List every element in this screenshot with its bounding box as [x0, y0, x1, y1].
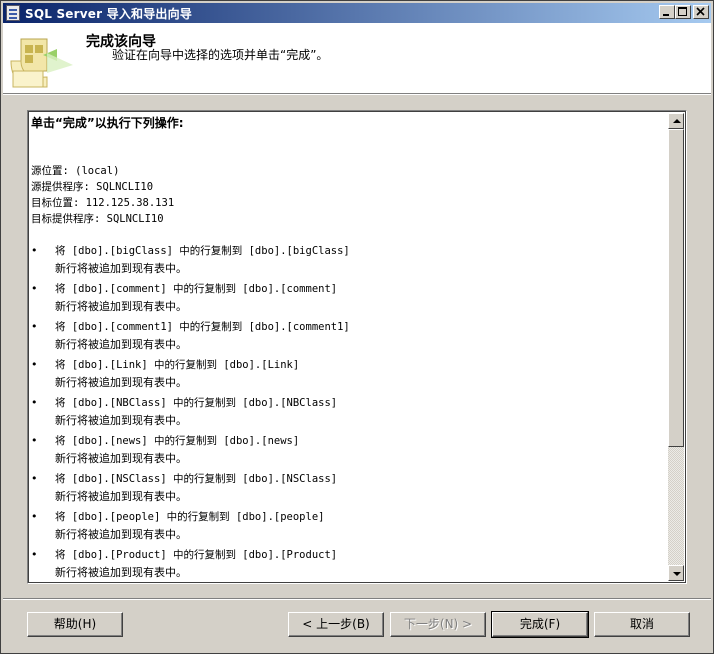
list-item: • 将 [dbo].[news] 中的行复制到 [dbo].[news] 新行将…: [31, 433, 671, 471]
append-note: 新行将被追加到现有表中。: [55, 414, 187, 427]
append-note: 新行将被追加到现有表中。: [55, 452, 187, 465]
bullet-icon: •: [31, 472, 38, 485]
button-separator: [3, 598, 711, 600]
target-provider: 目标提供程序: SQLNCLI10: [31, 213, 164, 225]
list-item: • 将 [dbo].[NSClass] 中的行复制到 [dbo].[NSClas…: [31, 471, 671, 509]
copy-action: 将 [dbo].[people] 中的行复制到 [dbo].[people]: [55, 511, 325, 523]
finish-button[interactable]: 完成(F): [491, 611, 589, 638]
bullet-icon: •: [31, 358, 38, 371]
list-item: • 将 [dbo].[comment1] 中的行复制到 [dbo].[comme…: [31, 319, 671, 357]
minimize-button[interactable]: [659, 5, 675, 19]
scroll-up-button[interactable]: [668, 113, 684, 129]
list-item: • 将 [dbo].[NBClass] 中的行复制到 [dbo].[NBClas…: [31, 395, 671, 433]
arrow-down-icon: [673, 572, 681, 576]
append-note: 新行将被追加到现有表中。: [55, 566, 187, 579]
append-note: 新行将被追加到现有表中。: [55, 528, 187, 541]
summary-heading: 单击“完成”以执行下列操作:: [31, 116, 184, 130]
close-button[interactable]: [693, 5, 709, 19]
cancel-button[interactable]: 取消: [594, 612, 690, 637]
copy-action: 将 [dbo].[comment] 中的行复制到 [dbo].[comment]: [55, 283, 338, 295]
window-controls: [657, 5, 709, 21]
copy-action: 将 [dbo].[bigClass] 中的行复制到 [dbo].[bigClas…: [55, 245, 350, 257]
copy-action: 将 [dbo].[news] 中的行复制到 [dbo].[news]: [55, 435, 300, 447]
copy-action: 将 [dbo].[NBClass] 中的行复制到 [dbo].[NBClass]: [55, 397, 338, 409]
append-note: 新行将被追加到现有表中。: [55, 262, 187, 275]
close-icon: [696, 7, 705, 16]
append-note: 新行将被追加到现有表中。: [55, 490, 187, 503]
bullet-icon: •: [31, 320, 38, 333]
app-icon: [6, 5, 20, 21]
source-provider: 源提供程序: SQLNCLI10: [31, 181, 154, 193]
target-location: 目标位置: 112.125.38.131: [31, 197, 175, 209]
title-bar[interactable]: SQL Server 导入和导出向导: [3, 3, 711, 23]
next-button[interactable]: 下一步(N) >: [390, 612, 486, 637]
page-subtitle: 验证在向导中选择的选项并单击“完成”。: [112, 48, 329, 62]
bullet-icon: •: [31, 396, 38, 409]
vertical-scrollbar[interactable]: [668, 113, 684, 581]
summary-content: 单击“完成”以执行下列操作: 源位置: (local) 源提供程序: SQLNC…: [31, 115, 671, 583]
window-title: SQL Server 导入和导出向导: [25, 7, 193, 21]
minimize-icon: [663, 14, 669, 16]
maximize-button[interactable]: [675, 5, 691, 19]
list-item: • 将 [dbo].[Product] 中的行复制到 [dbo].[Produc…: [31, 547, 671, 583]
bullet-icon: •: [31, 244, 38, 257]
append-note: 新行将被追加到现有表中。: [55, 300, 187, 313]
bullet-icon: •: [31, 548, 38, 561]
back-button[interactable]: < 上一步(B): [288, 612, 384, 637]
scroll-down-button[interactable]: [668, 565, 684, 581]
list-item: • 将 [dbo].[comment] 中的行复制到 [dbo].[commen…: [31, 281, 671, 319]
list-item: • 将 [dbo].[bigClass] 中的行复制到 [dbo].[bigCl…: [31, 243, 671, 281]
bullet-icon: •: [31, 282, 38, 295]
copy-action: 将 [dbo].[Link] 中的行复制到 [dbo].[Link]: [55, 359, 300, 371]
wizard-window: SQL Server 导入和导出向导 完成该向导 验证在向导中选择的选项并单击“…: [0, 0, 714, 654]
append-note: 新行将被追加到现有表中。: [55, 376, 187, 389]
scrollbar-thumb[interactable]: [668, 129, 684, 447]
list-item: • 将 [dbo].[people] 中的行复制到 [dbo].[people]…: [31, 509, 671, 547]
maximize-icon: [678, 7, 687, 16]
copy-action: 将 [dbo].[Product] 中的行复制到 [dbo].[Product]: [55, 549, 338, 561]
source-location: 源位置: (local): [31, 165, 120, 177]
arrow-up-icon: [673, 119, 681, 123]
bullet-icon: •: [31, 434, 38, 447]
copy-action: 将 [dbo].[comment1] 中的行复制到 [dbo].[comment…: [55, 321, 350, 333]
wizard-icon: [10, 38, 73, 88]
summary-panel[interactable]: 单击“完成”以执行下列操作: 源位置: (local) 源提供程序: SQLNC…: [27, 110, 687, 584]
copy-action: 将 [dbo].[NSClass] 中的行复制到 [dbo].[NSClass]: [55, 473, 338, 485]
bullet-icon: •: [31, 510, 38, 523]
append-note: 新行将被追加到现有表中。: [55, 338, 187, 351]
list-item: • 将 [dbo].[Link] 中的行复制到 [dbo].[Link] 新行将…: [31, 357, 671, 395]
help-button[interactable]: 帮助(H): [27, 612, 123, 637]
wizard-header: 完成该向导 验证在向导中选择的选项并单击“完成”。: [3, 23, 711, 95]
